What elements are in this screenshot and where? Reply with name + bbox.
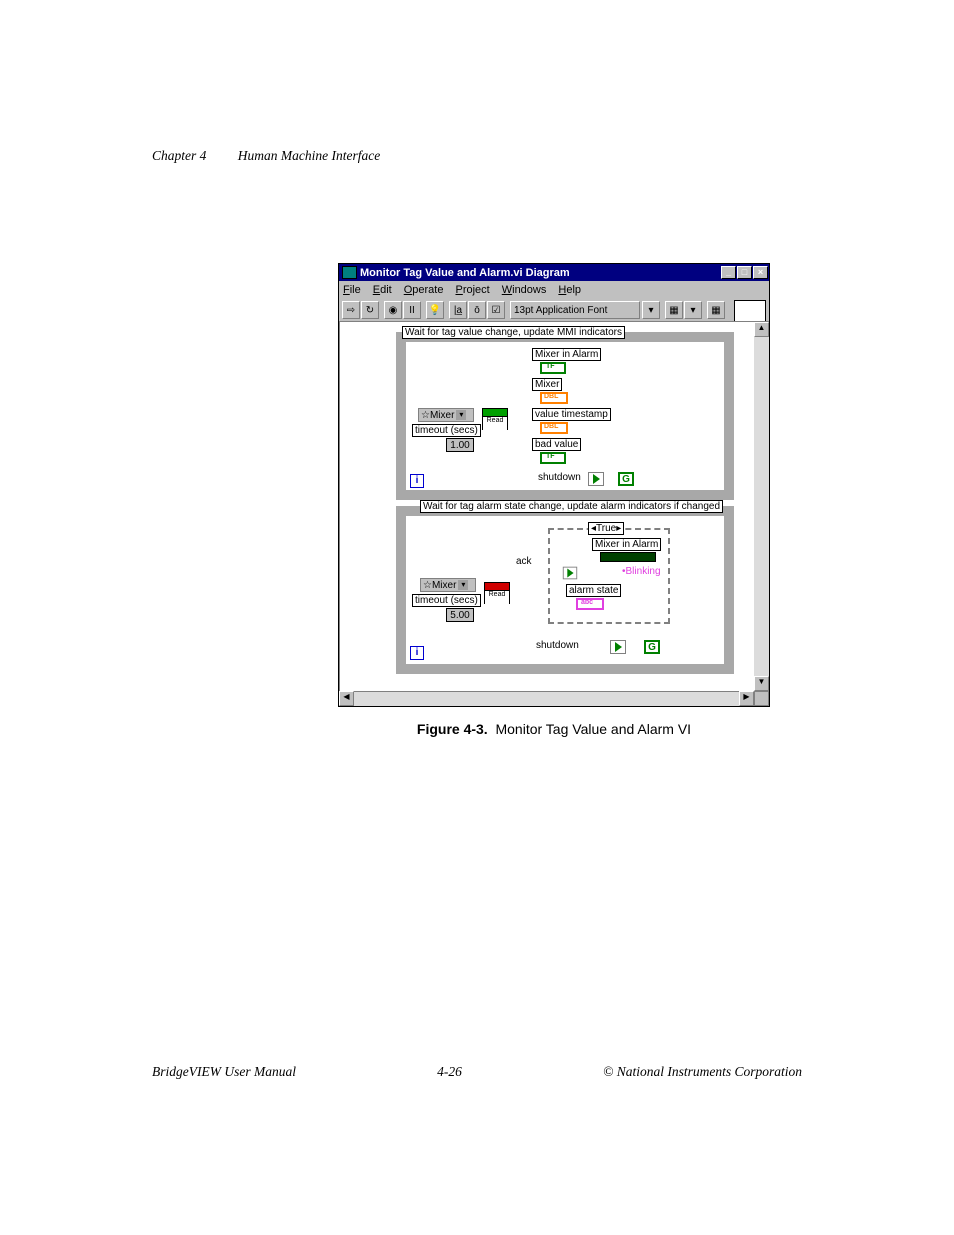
scroll-up-icon[interactable]: ▲	[754, 322, 769, 337]
tf-indicator-badvalue[interactable]	[540, 452, 566, 464]
dbl-indicator-timestamp[interactable]	[540, 422, 568, 434]
ack-tri-icon	[563, 567, 577, 580]
scroll-left-icon[interactable]: ◀	[339, 691, 354, 706]
read-tag-vi-1[interactable]: Read	[482, 408, 508, 430]
system-menu-icon[interactable]	[342, 266, 357, 279]
timeout-value-2[interactable]: 5.00	[446, 608, 474, 622]
menu-operate[interactable]: Operate	[404, 284, 444, 296]
breakpoint-button[interactable]: ō	[468, 301, 486, 319]
node-mixer-label: Mixer	[532, 378, 562, 391]
font-label: 13pt Application Font	[514, 305, 607, 316]
distribute-button[interactable]: ▦	[707, 301, 725, 319]
probe-button[interactable]: |a̲	[449, 301, 467, 319]
scroll-down-icon[interactable]: ▼	[754, 676, 769, 691]
chapter-title: Human Machine Interface	[238, 148, 380, 163]
chapter-number: Chapter 4	[152, 148, 206, 163]
timeout-label-2: timeout (secs)	[412, 594, 481, 607]
window-title: Monitor Tag Value and Alarm.vi Diagram	[360, 267, 721, 279]
close-button[interactable]: ×	[753, 266, 768, 279]
dbl-indicator-mixer[interactable]	[540, 392, 568, 404]
mixer-tag-control[interactable]: ☆Mixer▾	[418, 408, 474, 422]
step-button[interactable]: ☑	[487, 301, 505, 319]
pause-button[interactable]: II	[403, 301, 421, 319]
figure-number: Figure 4-3.	[417, 721, 488, 737]
footer-left: BridgeVIEW User Manual	[152, 1064, 296, 1080]
app-window: Monitor Tag Value and Alarm.vi Diagram _…	[338, 263, 770, 707]
timeout-value-1[interactable]: 1.00	[446, 438, 474, 452]
frame1-label: Wait for tag value change, update MMI in…	[402, 326, 625, 339]
align-drop-button[interactable]: ▾	[684, 301, 702, 319]
footer-center: 4-26	[437, 1064, 462, 1080]
abc-indicator-alarm-state[interactable]	[576, 598, 604, 610]
iteration-terminal-1: i	[410, 474, 424, 488]
minimize-button[interactable]: _	[721, 266, 736, 279]
mixer-tag-control-2[interactable]: ☆Mixer▾	[420, 578, 476, 592]
node-badvalue-label: bad value	[532, 438, 581, 451]
menu-edit[interactable]: Edit	[373, 284, 392, 296]
menu-help[interactable]: Help	[558, 284, 581, 296]
timeout-label-1: timeout (secs)	[412, 424, 481, 437]
menu-windows[interactable]: Windows	[502, 284, 547, 296]
global-stop-2[interactable]: G	[644, 640, 660, 654]
figure-title: Monitor Tag Value and Alarm VI	[495, 721, 691, 737]
tf-indicator-mixer-alarm[interactable]	[540, 362, 566, 374]
scroll-right-icon[interactable]: ▶	[739, 691, 754, 706]
alarm-state-label: alarm state	[566, 584, 621, 597]
vertical-scrollbar[interactable]: ▲ ▼	[754, 321, 769, 691]
block-diagram-canvas[interactable]: Wait for tag value change, update MMI in…	[339, 321, 754, 691]
page-header: Chapter 4 Human Machine Interface	[152, 148, 380, 164]
menu-file[interactable]: File	[343, 284, 361, 296]
maximize-button[interactable]: □	[737, 266, 752, 279]
page-footer: BridgeVIEW User Manual 4-26 © National I…	[152, 1064, 802, 1080]
node-timestamp-label: value timestamp	[532, 408, 611, 421]
menubar: File Edit Operate Project Windows Help	[339, 281, 769, 299]
abort-button[interactable]: ◉	[384, 301, 402, 319]
stop-terminal-1[interactable]	[588, 472, 604, 486]
resize-grip[interactable]	[754, 691, 769, 706]
highlight-button[interactable]: 💡	[426, 301, 444, 319]
shutdown-label-1: shutdown	[536, 472, 583, 483]
window-titlebar[interactable]: Monitor Tag Value and Alarm.vi Diagram _…	[339, 264, 769, 281]
node-mixer-in-alarm-label-2: Mixer in Alarm	[592, 538, 661, 551]
stop-terminal-2[interactable]	[610, 640, 626, 654]
menu-project[interactable]: Project	[455, 284, 489, 296]
figure: Monitor Tag Value and Alarm.vi Diagram _…	[338, 263, 770, 737]
iteration-terminal-2: i	[410, 646, 424, 660]
font-selector[interactable]: 13pt Application Font	[510, 301, 640, 319]
ack-label: ack	[514, 556, 534, 567]
align-button[interactable]: ▦	[665, 301, 683, 319]
footer-right: © National Instruments Corporation	[603, 1064, 802, 1080]
frame2-label: Wait for tag alarm state change, update …	[420, 500, 723, 513]
shutdown-label-2: shutdown	[534, 640, 581, 651]
run-cont-button[interactable]: ↻	[361, 301, 379, 319]
font-drop-button[interactable]: ▾	[642, 301, 660, 319]
horizontal-scrollbar[interactable]: ◀ ▶	[339, 691, 769, 706]
figure-caption: Figure 4-3. Monitor Tag Value and Alarm …	[338, 721, 770, 737]
run-button[interactable]: ⇨	[342, 301, 360, 319]
blinking-property[interactable]: •Blinking	[620, 566, 663, 577]
global-stop-1[interactable]: G	[618, 472, 634, 486]
node-mixer-in-alarm-label: Mixer in Alarm	[532, 348, 601, 361]
toolbar: ⇨ ↻ ◉ II 💡 |a̲ ō ☑ 13pt Application Font…	[339, 299, 769, 321]
case-selector[interactable]: ◂True▸	[588, 522, 624, 535]
read-tag-vi-2[interactable]: Read	[484, 582, 510, 604]
mixer-alarm-indicator-ref[interactable]	[600, 552, 656, 562]
